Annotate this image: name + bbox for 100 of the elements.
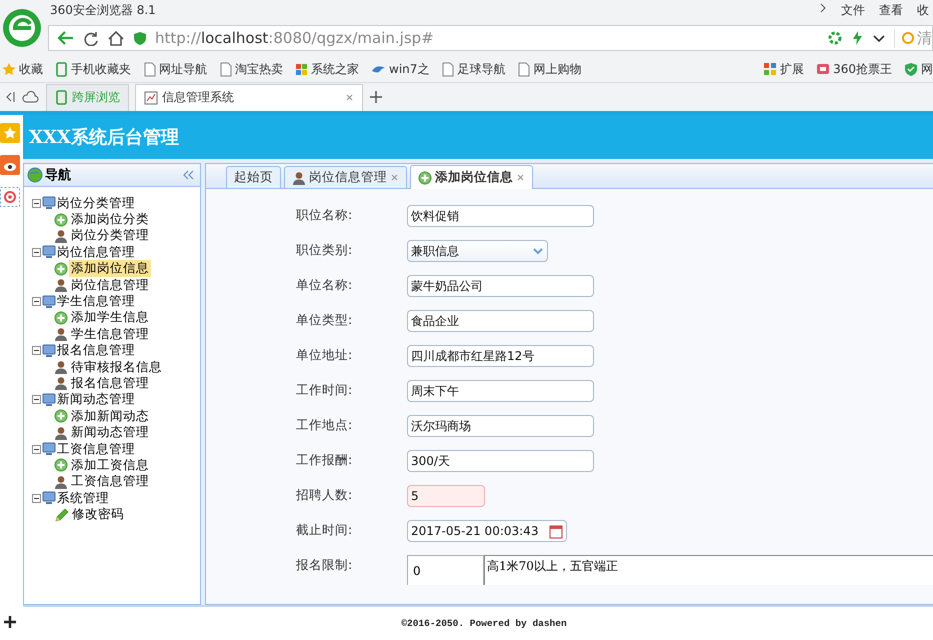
tree-group-label[interactable]: 报名信息管理 (57, 342, 135, 360)
date-field[interactable]: 2017-05-21 00:03:43 (407, 520, 567, 542)
field-label: 截止时间: (296, 521, 354, 539)
collapse-box-icon[interactable] (32, 346, 41, 356)
field-label: 职位名称: (296, 206, 354, 224)
text-field[interactable]: 四川成都市红星路12号 (407, 345, 594, 367)
tree-item[interactable]: 修改密码 (70, 506, 126, 524)
person-icon (54, 474, 68, 489)
star-icon (2, 62, 16, 76)
chevron-icon[interactable] (819, 2, 827, 14)
address-bar[interactable]: http://localhost:8080/qgzx/main.jsp# 清 (48, 25, 933, 51)
cloud-icon[interactable] (22, 90, 40, 104)
bookmark-link[interactable]: 系统之家 (311, 60, 359, 78)
tree-item[interactable]: 添加岗位信息 (69, 260, 151, 278)
chart-icon (144, 90, 158, 104)
tree-group-label[interactable]: 新闻动态管理 (57, 391, 135, 408)
bookmark-link[interactable]: 360抢票王 (833, 60, 892, 78)
add-icon (54, 310, 68, 325)
content-tab[interactable]: 岗位信息管理 (284, 166, 407, 188)
plus-icon[interactable] (3, 615, 17, 629)
new-tab-icon[interactable] (369, 90, 383, 104)
shield-icon (133, 30, 147, 46)
close-icon[interactable] (345, 93, 354, 102)
collapse-box-icon[interactable] (32, 297, 41, 306)
tree-group-label[interactable]: 工资信息管理 (57, 440, 135, 458)
tree-item[interactable]: 学生信息管理 (69, 326, 151, 343)
field-label: 工作报酬: (296, 451, 354, 469)
tree-item[interactable]: 岗位分类管理 (69, 227, 151, 244)
bookmark-link[interactable]: 收藏 (19, 60, 43, 78)
collapse-box-icon[interactable] (32, 395, 41, 404)
monitor-icon (42, 344, 56, 358)
pencil-icon (54, 508, 69, 522)
page-icon (219, 62, 232, 76)
bookmark-link[interactable]: 扩展 (780, 60, 804, 78)
field-label: 工作时间: (296, 381, 354, 399)
bookmark-link[interactable]: 网址导航 (159, 60, 207, 78)
bookmark-link[interactable]: 网 (921, 60, 933, 78)
tree-item[interactable]: 岗位信息管理 (69, 276, 151, 294)
tree-item[interactable]: 待审核报名信息 (69, 358, 164, 376)
close-icon[interactable] (516, 173, 525, 182)
bookmark-link[interactable]: 手机收藏夹 (71, 60, 131, 78)
collapse-box-icon[interactable] (32, 494, 41, 503)
text-field[interactable]: 食品企业 (407, 310, 594, 332)
text-field[interactable]: 300/天 (407, 450, 594, 472)
text-field[interactable]: 饮料促销 (407, 205, 594, 227)
collapse-box-icon[interactable] (32, 444, 41, 454)
menu-item[interactable]: 查看 (879, 2, 903, 18)
tree-item[interactable]: 添加岗位分类 (69, 211, 151, 228)
ticket-icon (816, 62, 830, 76)
browser-logo-icon (2, 8, 42, 48)
tree-item[interactable]: 添加学生信息 (69, 309, 151, 326)
text-field[interactable]: 沃尔玛商场 (407, 415, 594, 437)
limit-number-field[interactable]: 0 (407, 555, 484, 585)
navigation-title: 导航 (45, 166, 71, 184)
bookmark-link[interactable]: 足球导航 (457, 60, 506, 78)
tree-item[interactable]: 工资信息管理 (69, 473, 151, 490)
collapse-box-icon[interactable] (32, 198, 41, 208)
field-label: 职位类别: (296, 241, 354, 259)
field-label: 单位类型: (296, 311, 354, 329)
monitor-icon (42, 491, 56, 506)
person-icon (54, 376, 68, 390)
tree-group-label[interactable]: 学生信息管理 (57, 293, 135, 310)
text-field[interactable]: 周末下午 (407, 380, 594, 402)
monitor-icon (42, 294, 56, 309)
bookmark-link[interactable]: 淘宝热卖 (235, 60, 283, 78)
back-icon[interactable] (57, 29, 75, 47)
content-tab[interactable]: 添加岗位信息 (410, 165, 533, 189)
shield-icon (904, 62, 918, 76)
add-icon (54, 262, 68, 276)
app-header-title: XXX系统后台管理 (23, 115, 933, 159)
collapse-box-icon[interactable] (32, 248, 41, 257)
reload-icon[interactable] (83, 30, 99, 46)
bookmark-link[interactable]: 网上购物 (533, 60, 582, 78)
tree-group-label[interactable]: 系统管理 (57, 490, 109, 507)
monitor-icon (42, 245, 56, 260)
browser-tab[interactable]: 信息管理系统 (135, 84, 363, 110)
tree-item[interactable]: 报名信息管理 (69, 375, 151, 392)
add-icon (54, 409, 68, 424)
tree-item[interactable]: 添加新闻动态 (69, 408, 151, 425)
monitor-icon (42, 442, 56, 456)
tree-item[interactable]: 新闻动态管理 (69, 424, 151, 442)
field-label: 单位名称: (296, 276, 354, 294)
content-tab[interactable]: 起始页 (226, 166, 281, 188)
monitor-icon (42, 196, 56, 210)
sidebar-toggle-icon[interactable] (4, 90, 16, 104)
menu-item[interactable]: 收 (917, 2, 929, 18)
category-dropdown[interactable]: 兼职信息 (407, 240, 548, 262)
menu-item[interactable]: 文件 (841, 2, 865, 18)
collapse-icon[interactable] (182, 169, 194, 181)
tree-item[interactable]: 添加工资信息 (69, 456, 151, 474)
requirements-field[interactable]: 高1米70以上，五官端正 (484, 555, 933, 585)
bookmark-link[interactable]: win7之 (389, 60, 430, 78)
person-icon (292, 170, 306, 184)
url-text[interactable]: http://localhost:8080/qgzx/main.jsp# (155, 29, 434, 47)
number-field[interactable]: 5 (407, 485, 485, 507)
tree-group-label[interactable]: 岗位分类管理 (57, 194, 135, 212)
calendar-icon[interactable] (549, 524, 563, 538)
text-field[interactable]: 蒙牛奶品公司 (407, 275, 594, 297)
home-icon[interactable] (107, 30, 125, 46)
tree-group-label[interactable]: 岗位信息管理 (57, 244, 135, 261)
